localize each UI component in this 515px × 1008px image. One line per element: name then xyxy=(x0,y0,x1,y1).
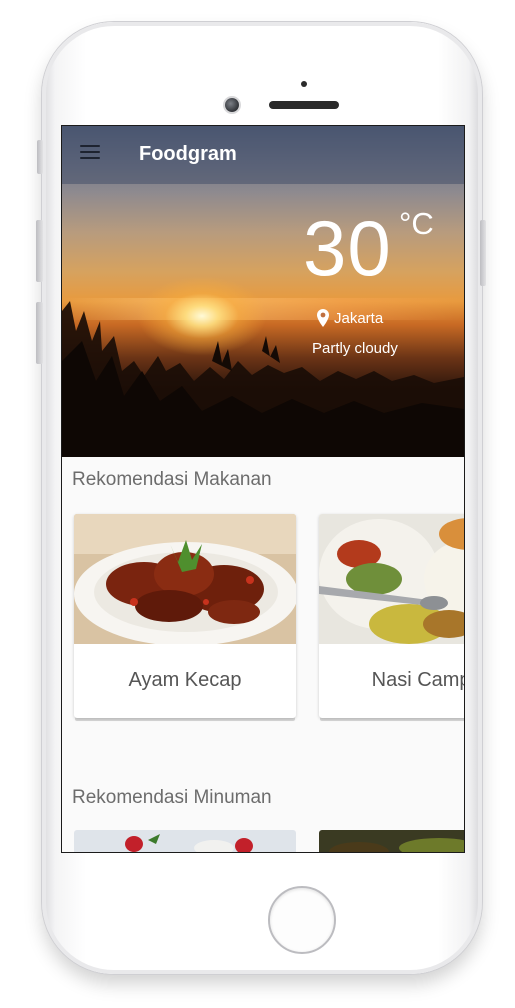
location-pin-icon xyxy=(317,309,329,327)
power-button xyxy=(480,220,486,286)
food-section-title: Rekomendasi Makanan xyxy=(72,469,272,490)
earpiece-speaker xyxy=(269,101,339,109)
home-button[interactable] xyxy=(268,886,336,954)
app-screen: Foodgram 30 °C Jakarta Partly cloudy Rek… xyxy=(62,126,464,852)
app-bar: Foodgram xyxy=(62,126,464,184)
food-card-label: Ayam Kecap xyxy=(128,669,242,691)
tree-silhouette xyxy=(62,301,464,457)
volume-down-button xyxy=(36,302,43,364)
temperature-value: 30 xyxy=(303,204,392,292)
food-card-nasi-campur[interactable]: Nasi Campur xyxy=(319,514,464,718)
drink-card-2[interactable] xyxy=(319,830,464,852)
weather-condition: Partly cloudy xyxy=(312,340,398,357)
nasi-campur-image xyxy=(319,514,464,644)
app-title: Foodgram xyxy=(139,143,237,165)
drink-card-1[interactable] xyxy=(74,830,296,852)
weather-hero-image: Foodgram 30 °C Jakarta Partly cloudy xyxy=(62,126,464,457)
hamburger-menu-icon[interactable] xyxy=(80,145,100,161)
volume-up-button xyxy=(36,220,43,282)
front-camera xyxy=(225,98,239,112)
drink-section-title: Rekomendasi Minuman xyxy=(72,787,272,808)
temperature-unit: °C xyxy=(399,206,434,241)
food-card-label: Nasi Campur xyxy=(371,669,464,691)
food-card-ayam-kecap[interactable]: Ayam Kecap xyxy=(74,514,296,718)
ayam-kecap-image xyxy=(74,514,296,644)
proximity-sensor xyxy=(301,81,307,87)
location-name: Jakarta xyxy=(334,310,384,327)
drink-image-2 xyxy=(319,830,464,852)
drink-image-1 xyxy=(74,830,296,852)
mute-switch xyxy=(37,140,43,174)
